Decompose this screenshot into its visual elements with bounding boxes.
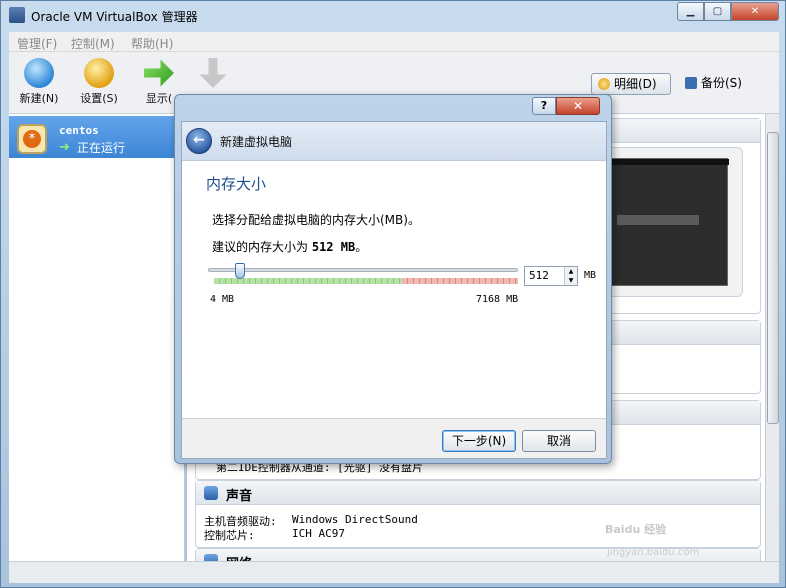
running-arrow-icon: ➜ [59, 140, 70, 155]
menu-manage[interactable]: 管理(F) [17, 35, 57, 52]
window-title: Oracle VM VirtualBox 管理器 [31, 10, 198, 24]
menu-help[interactable]: 帮助(H) [131, 35, 173, 52]
close-button[interactable]: ✕ [731, 2, 779, 21]
audio-chip-key: 控制芯片: [204, 529, 255, 542]
details-label: 明细(D) [614, 77, 657, 91]
gear-icon [84, 58, 114, 88]
scrollbar-thumb[interactable] [767, 132, 779, 424]
snapshots-label: 备份(S) [701, 76, 742, 90]
wizard-title: 新建虚拟电脑 [220, 135, 293, 149]
details-scrollbar[interactable] [765, 114, 779, 561]
new-star-icon [24, 58, 54, 88]
audio-section: 声音 主机音频驱动: Windows DirectSound 控制芯片: ICH… [195, 480, 761, 548]
menu-control[interactable]: 控制(M) [71, 35, 115, 52]
snapshots-toggle-button[interactable]: 备份(S) [679, 73, 759, 95]
slider-safe-range [214, 278, 402, 284]
vm-list: * centos ➜ 正在运行 [9, 114, 185, 561]
arrow-right-icon [144, 59, 174, 87]
wizard-page: 内存大小 选择分配给虚拟电脑的内存大小(MB)。 建议的内存大小为 512 MB… [182, 160, 606, 418]
memory-slider-thumb[interactable] [234, 263, 245, 279]
vm-list-item[interactable]: * centos ➜ 正在运行 [9, 116, 185, 158]
slider-unsafe-range [402, 278, 518, 284]
discard-button[interactable] [185, 58, 241, 90]
preview-login-box [617, 215, 699, 225]
next-button[interactable]: 下一步(N) [442, 430, 516, 452]
menu-bar: 管理(F) 控制(M) 帮助(H) [9, 32, 779, 52]
memory-description: 选择分配给虚拟电脑的内存大小(MB)。 [212, 213, 420, 227]
os-icon: * [17, 124, 47, 154]
new-vm-button[interactable]: 新建(N) [11, 58, 67, 106]
back-arrow-icon[interactable]: ← [186, 128, 212, 154]
audio-title: 声音 [226, 489, 253, 504]
minimize-button[interactable]: ▁ [677, 2, 704, 21]
details-toggle-button[interactable]: 明细(D) [591, 73, 671, 95]
arrow-down-icon [199, 58, 227, 88]
recommend-prefix: 建议的内存大小为 [212, 240, 309, 254]
wizard-header: ← 新建虚拟电脑 [182, 122, 606, 160]
maximize-button[interactable]: ▢ [704, 2, 731, 21]
memory-unit: MB [584, 270, 597, 281]
slider-max-label: 7168 MB [476, 294, 519, 305]
recommend-suffix: 。 [355, 240, 368, 254]
recommend-value: 512 MB [311, 240, 356, 254]
cancel-button[interactable]: 取消 [522, 430, 596, 452]
audio-chip-value: ICH AC97 [292, 527, 345, 540]
watermark-logo: Baidu 经验 [605, 523, 667, 536]
audio-section-header[interactable]: 声音 [196, 481, 760, 505]
memory-slider-track[interactable] [208, 268, 518, 272]
camera-icon [685, 77, 697, 89]
wizard-body: ← 新建虚拟电脑 内存大小 选择分配给虚拟电脑的内存大小(MB)。 建议的内存大… [181, 121, 607, 459]
spin-down-icon[interactable]: ▼ [564, 276, 577, 285]
dialog-close-button[interactable]: ✕ [556, 97, 600, 115]
wizard-footer: 下一步(N) 取消 [182, 418, 606, 458]
settings-button[interactable]: 设置(S) [71, 58, 127, 106]
spin-up-icon[interactable]: ▲ [564, 267, 577, 276]
gear-icon [598, 78, 610, 90]
new-vm-wizard-dialog: ? ✕ ← 新建虚拟电脑 内存大小 选择分配给虚拟电脑的内存大小(MB)。 建议… [174, 94, 612, 464]
memory-recommendation: 建议的内存大小为 512 MB。 [212, 238, 367, 255]
audio-driver-value: Windows DirectSound [292, 513, 418, 526]
page-heading: 内存大小 [206, 175, 267, 193]
vm-state: 正在运行 [77, 141, 126, 155]
virtualbox-icon [9, 7, 25, 23]
vm-name: centos [59, 124, 99, 137]
title-bar[interactable]: Oracle VM VirtualBox 管理器 ▁ ▢ ✕ [1, 1, 786, 31]
settings-label: 设置(S) [80, 92, 118, 105]
status-bar [9, 561, 779, 583]
help-button[interactable]: ? [532, 97, 556, 115]
watermark-url: jingyan.baidu.com [607, 547, 700, 558]
slider-min-label: 4 MB [210, 294, 235, 305]
speaker-icon [204, 486, 218, 500]
new-vm-label: 新建(N) [19, 92, 59, 105]
